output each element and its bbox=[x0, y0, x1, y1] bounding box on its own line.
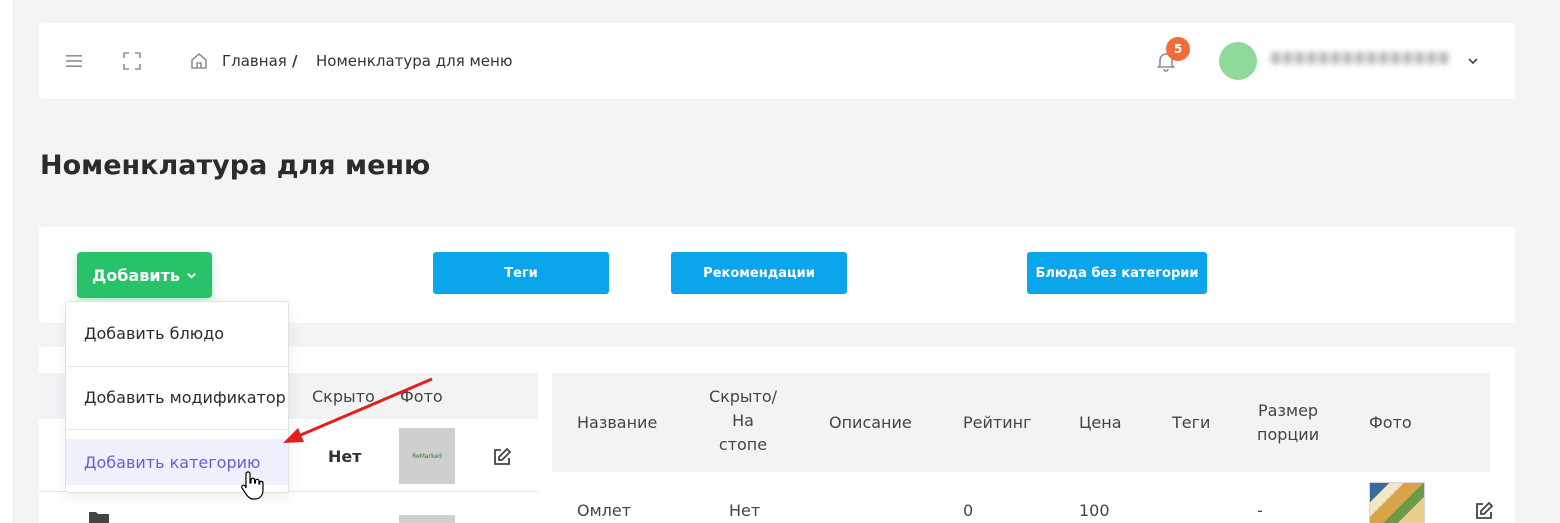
top-header: Главная / Номенклатура для меню 5 bbox=[39, 23, 1515, 99]
column-header-photo[interactable]: Фото bbox=[400, 387, 443, 406]
hamburger-menu-icon[interactable] bbox=[65, 52, 83, 70]
header-line: Размер bbox=[1258, 401, 1319, 420]
photo-logo-text: ReMarked bbox=[412, 452, 442, 460]
dish-price: 100 bbox=[1079, 501, 1110, 520]
column-header-hidden-stopped[interactable]: Скрыто/ На стопе bbox=[707, 385, 779, 457]
column-header-portion-size[interactable]: Размер порции bbox=[1257, 399, 1319, 447]
column-header-name[interactable]: Название bbox=[577, 411, 657, 435]
header-line: На bbox=[732, 411, 754, 430]
folder-icon bbox=[89, 512, 109, 523]
chevron-down-icon bbox=[187, 272, 196, 279]
dishes-without-category-button[interactable]: Блюда без категории bbox=[1027, 252, 1207, 294]
dish-rating: 0 bbox=[963, 501, 974, 520]
menu-item-add-modifier[interactable]: Добавить модификатор bbox=[66, 366, 288, 428]
column-header-tags[interactable]: Теги bbox=[1172, 411, 1210, 435]
dish-photo bbox=[1369, 482, 1425, 523]
menu-divider bbox=[66, 429, 288, 430]
add-button-label: Добавить bbox=[92, 265, 180, 285]
add-dropdown-menu: Добавить блюдо Добавить модификатор Доба… bbox=[65, 301, 289, 493]
category-hidden-value: Нет bbox=[328, 447, 362, 466]
home-icon[interactable] bbox=[189, 51, 209, 71]
category-photo bbox=[399, 515, 455, 523]
column-header-photo[interactable]: Фото bbox=[1369, 411, 1412, 435]
column-header-hidden[interactable]: Скрыто bbox=[312, 387, 375, 406]
recommendations-button[interactable]: Рекомендации bbox=[671, 252, 847, 294]
column-header-description[interactable]: Описание bbox=[829, 411, 912, 435]
column-header-price[interactable]: Цена bbox=[1079, 411, 1122, 435]
header-line: порции bbox=[1257, 425, 1320, 444]
user-name-blurred[interactable] bbox=[1271, 52, 1451, 64]
dish-portion: - bbox=[1257, 501, 1263, 520]
edit-icon[interactable] bbox=[1473, 500, 1495, 522]
breadcrumb-current: Номенклатура для меню bbox=[316, 52, 513, 70]
fullscreen-icon[interactable] bbox=[123, 52, 141, 70]
page-title: Номенклатура для меню bbox=[40, 150, 431, 181]
edit-icon[interactable] bbox=[491, 446, 513, 468]
chevron-down-icon[interactable] bbox=[1467, 55, 1479, 67]
tags-button[interactable]: Теги bbox=[433, 252, 609, 294]
breadcrumb-home[interactable]: Главная bbox=[222, 52, 287, 70]
menu-item-add-dish[interactable]: Добавить блюдо bbox=[66, 302, 288, 364]
breadcrumb-separator: / bbox=[292, 52, 298, 70]
hand-cursor-icon bbox=[241, 471, 264, 500]
dish-hidden-value: Нет bbox=[729, 501, 761, 520]
header-line: стопе bbox=[718, 435, 768, 454]
notification-badge: 5 bbox=[1166, 37, 1190, 61]
category-photo: ReMarked bbox=[399, 428, 455, 484]
column-header-rating[interactable]: Рейтинг bbox=[963, 411, 1031, 435]
table-gap bbox=[538, 373, 552, 523]
user-avatar[interactable] bbox=[1219, 42, 1257, 80]
sidebar-edge bbox=[0, 0, 14, 523]
header-line: Скрыто/ bbox=[708, 387, 778, 406]
dish-name: Омлет bbox=[577, 501, 632, 520]
add-dropdown-button[interactable]: Добавить bbox=[77, 252, 212, 298]
